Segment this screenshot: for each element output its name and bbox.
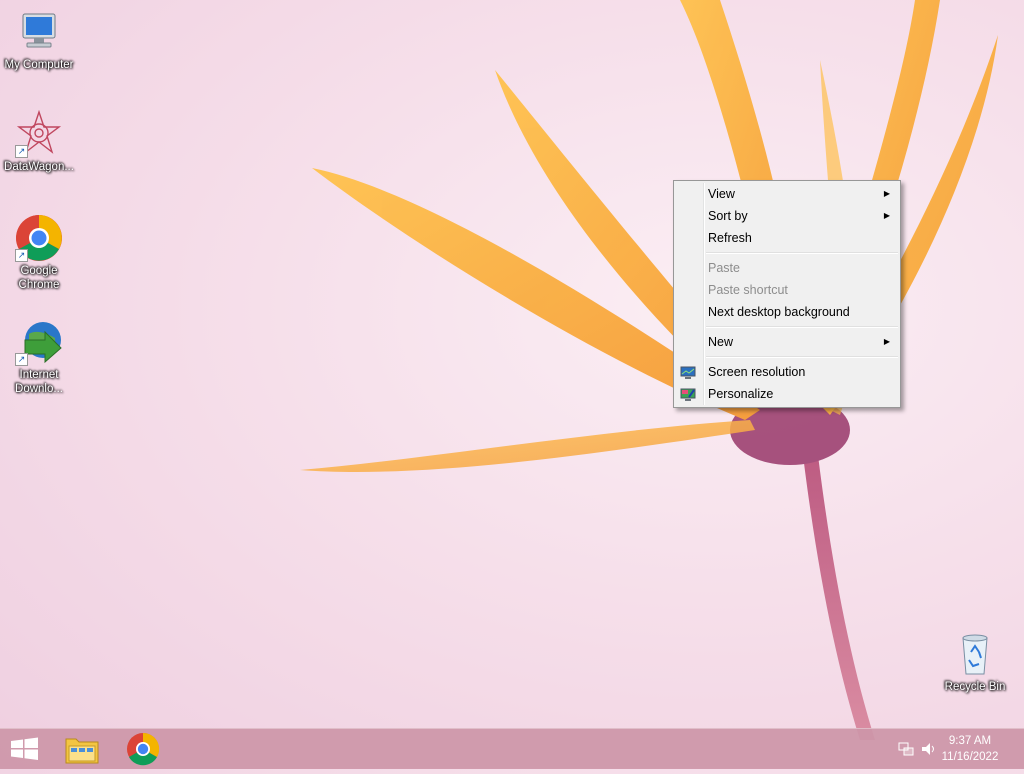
google-chrome-icon: ↗ xyxy=(15,214,63,262)
menu-item-view[interactable]: View ▶ xyxy=(674,183,900,205)
menu-item-label: Sort by xyxy=(708,209,748,223)
menu-item-paste-shortcut: Paste shortcut xyxy=(674,279,900,301)
menu-item-label: View xyxy=(708,187,735,201)
google-chrome-icon xyxy=(127,732,160,766)
shortcut-arrow-icon: ↗ xyxy=(15,249,28,262)
my-computer-icon xyxy=(15,8,63,56)
internet-download-manager-icon: ↗ xyxy=(15,318,63,366)
menu-item-screen-resolution[interactable]: Screen resolution xyxy=(674,361,900,383)
menu-item-label: Refresh xyxy=(708,231,752,245)
menu-item-label: Paste shortcut xyxy=(708,283,788,297)
taskbar-clock[interactable]: 9:37 AM 11/16/2022 xyxy=(930,733,1010,765)
menu-separator xyxy=(706,326,898,328)
desktop-icon-label: Google Chrome xyxy=(18,265,60,291)
taskbar-file-explorer[interactable] xyxy=(56,729,110,769)
menu-item-label: New xyxy=(708,335,734,349)
submenu-arrow-icon: ▶ xyxy=(883,337,890,346)
menu-item-refresh[interactable]: Refresh xyxy=(674,227,900,249)
file-explorer-icon xyxy=(65,738,99,764)
taskbar-google-chrome[interactable] xyxy=(116,729,170,769)
start-button[interactable] xyxy=(0,729,54,769)
menu-item-label: Personalize xyxy=(708,387,774,401)
menu-item-label: Next desktop background xyxy=(708,305,850,319)
personalize-icon xyxy=(680,387,696,401)
recycle-bin-icon xyxy=(951,630,999,678)
menu-item-label: Screen resolution xyxy=(708,365,806,379)
network-icon[interactable] xyxy=(898,741,914,762)
datawagon-icon: ↗ xyxy=(15,109,63,158)
desktop-icon-label: DataWagon... xyxy=(4,161,74,173)
desktop-context-menu: View ▶ Sort by ▶ Refresh Paste Paste sho… xyxy=(673,180,901,408)
screen-resolution-icon xyxy=(680,365,696,379)
menu-separator xyxy=(706,252,898,254)
shortcut-arrow-icon: ↗ xyxy=(15,145,28,158)
desktop-icon-google-chrome[interactable]: ↗ Google Chrome xyxy=(0,214,78,292)
menu-item-new[interactable]: New ▶ xyxy=(674,331,900,353)
menu-item-personalize[interactable]: Personalize xyxy=(674,383,900,405)
clock-date: 11/16/2022 xyxy=(941,751,999,763)
shortcut-arrow-icon: ↗ xyxy=(15,353,28,366)
menu-item-label: Paste xyxy=(708,261,740,275)
submenu-arrow-icon: ▶ xyxy=(883,211,890,220)
desktop-icon-my-computer[interactable]: My Computer xyxy=(0,8,78,72)
desktop-icon-label: Internet Downlo... xyxy=(15,369,63,395)
menu-item-paste: Paste xyxy=(674,257,900,279)
menu-separator xyxy=(706,356,898,358)
desktop-icon-datawagon[interactable]: ↗ DataWagon... xyxy=(0,109,78,174)
windows-logo-icon xyxy=(11,737,38,760)
desktop-icon-internet-download-manager[interactable]: ↗ Internet Downlo... xyxy=(0,318,78,396)
desktop-icon-recycle-bin[interactable]: Recycle Bin xyxy=(936,630,1014,694)
clock-time: 9:37 AM xyxy=(948,735,992,747)
submenu-arrow-icon: ▶ xyxy=(883,189,890,198)
menu-item-next-desktop-background[interactable]: Next desktop background xyxy=(674,301,900,323)
taskbar: 9:37 AM 11/16/2022 xyxy=(0,728,1024,769)
menu-item-sort-by[interactable]: Sort by ▶ xyxy=(674,205,900,227)
desktop-icon-label: My Computer xyxy=(4,59,74,71)
desktop-icon-label: Recycle Bin xyxy=(944,681,1006,693)
